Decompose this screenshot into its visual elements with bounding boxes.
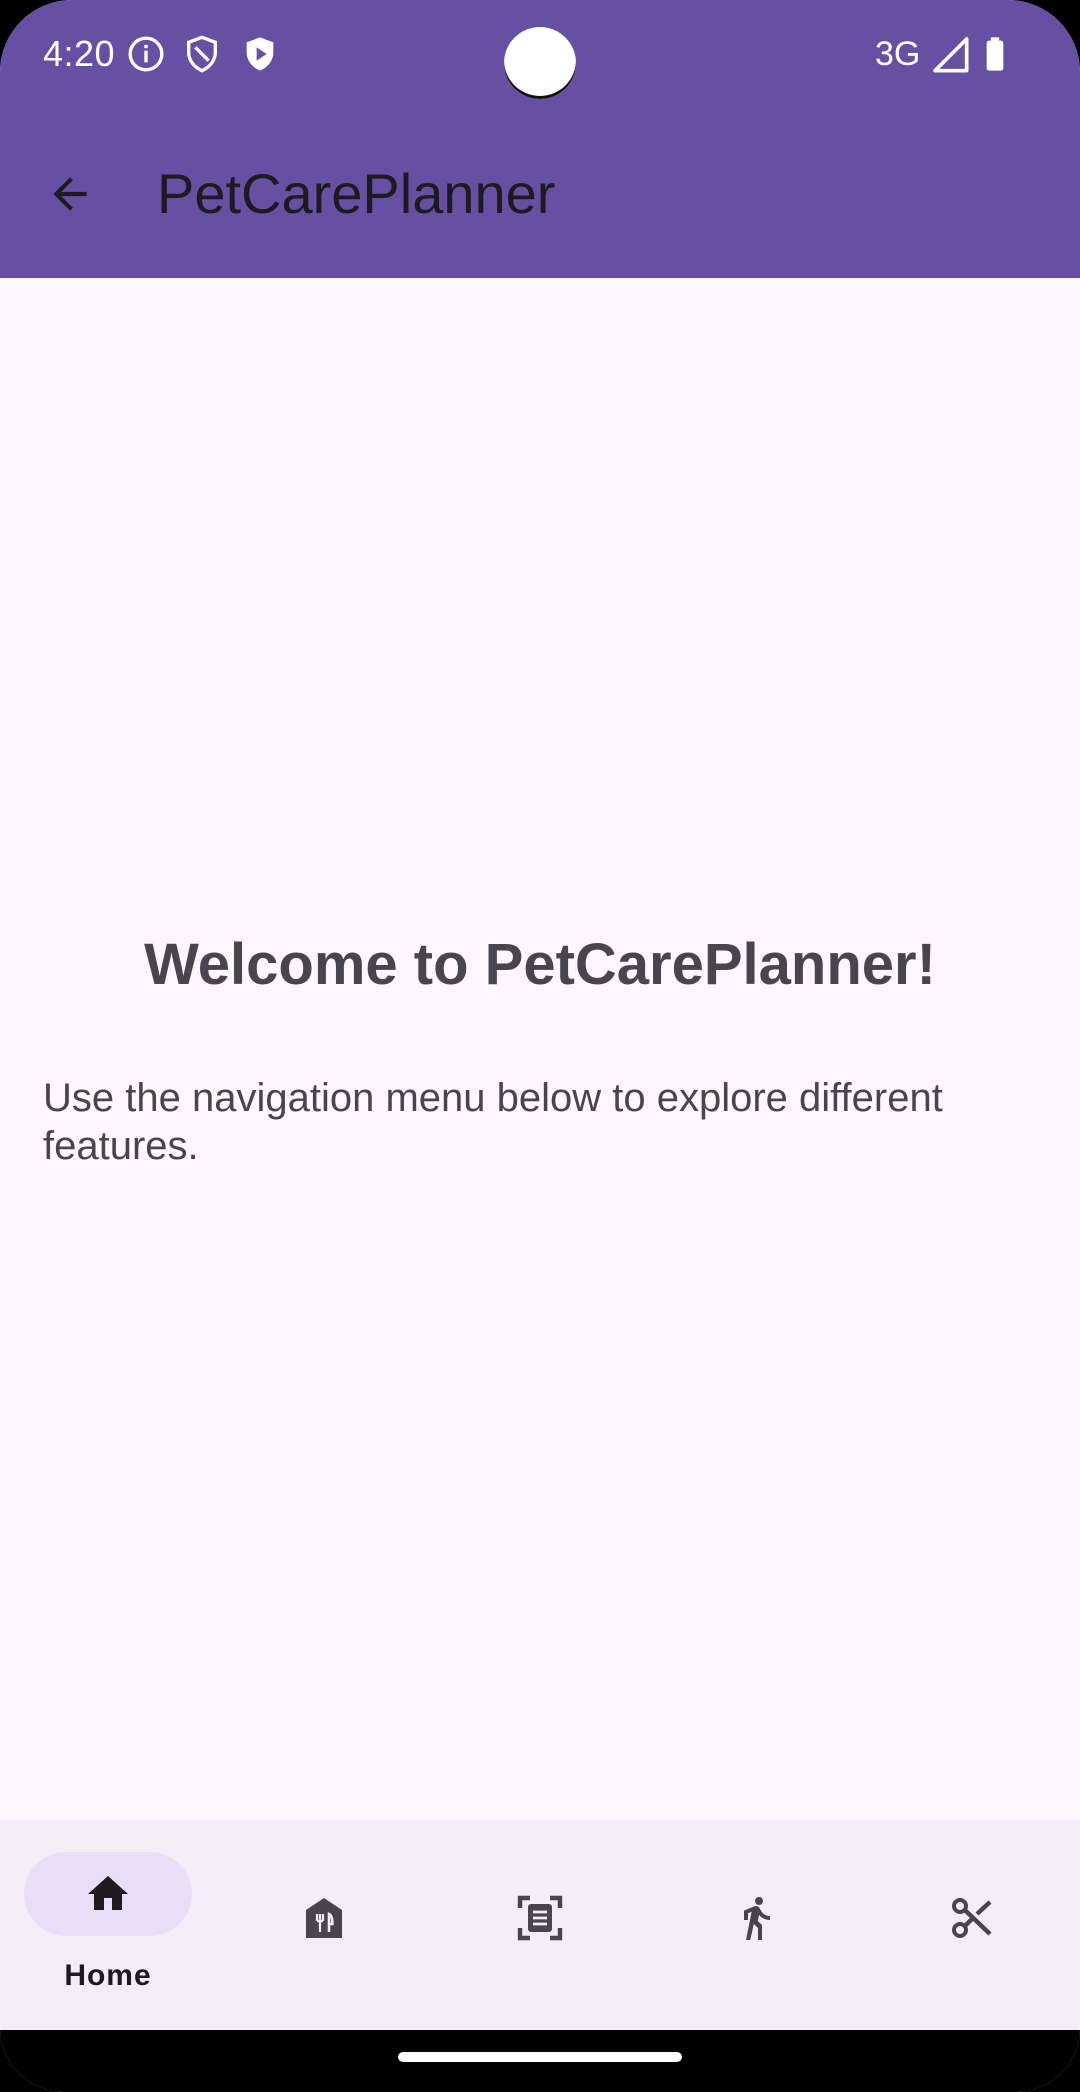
scissors-icon: [952, 1898, 992, 1938]
battery-icon: [986, 37, 1004, 71]
nav-item-records[interactable]: [432, 1820, 648, 2030]
document-scan-icon: [517, 1895, 563, 1941]
status-bar: 4:20 3G: [0, 0, 1080, 110]
arrow-back-icon: [53, 177, 87, 211]
app-title: PetCarePlanner: [157, 162, 556, 225]
bottom-navigation: Home: [0, 1820, 1080, 2030]
network-type: 3G: [875, 35, 921, 73]
welcome-heading: Welcome to PetCarePlanner!: [144, 932, 936, 997]
camera-cutout: [504, 27, 576, 99]
nav-item-food[interactable]: [216, 1820, 432, 2030]
nav-label-home: Home: [64, 1959, 152, 1992]
home-gesture-handle[interactable]: [398, 2052, 682, 2062]
main-content: Welcome to PetCarePlanner! Use the navig…: [0, 278, 1080, 1820]
status-time: 4:20: [43, 33, 116, 74]
shield-play-icon: [246, 37, 274, 71]
home-icon: [88, 1876, 128, 1910]
shield-outline-icon: [187, 35, 217, 73]
nav-item-home[interactable]: Home: [0, 1820, 216, 2030]
back-button[interactable]: [34, 158, 106, 230]
welcome-description: Use the navigation menu below to explore…: [43, 1076, 943, 1168]
signal-icon: [933, 37, 969, 73]
app-bar: PetCarePlanner: [0, 110, 1080, 278]
nav-item-walks[interactable]: [648, 1820, 864, 2030]
gesture-navigation-area: [0, 2030, 1080, 2092]
info-icon: [128, 36, 164, 72]
walking-person-icon: [744, 1897, 770, 1940]
phone-screen: 4:20 3G PetCarePlanner Welcome to PetCar…: [0, 0, 1080, 2092]
nav-item-grooming[interactable]: [864, 1820, 1080, 2030]
food-store-icon: [306, 1898, 342, 1938]
